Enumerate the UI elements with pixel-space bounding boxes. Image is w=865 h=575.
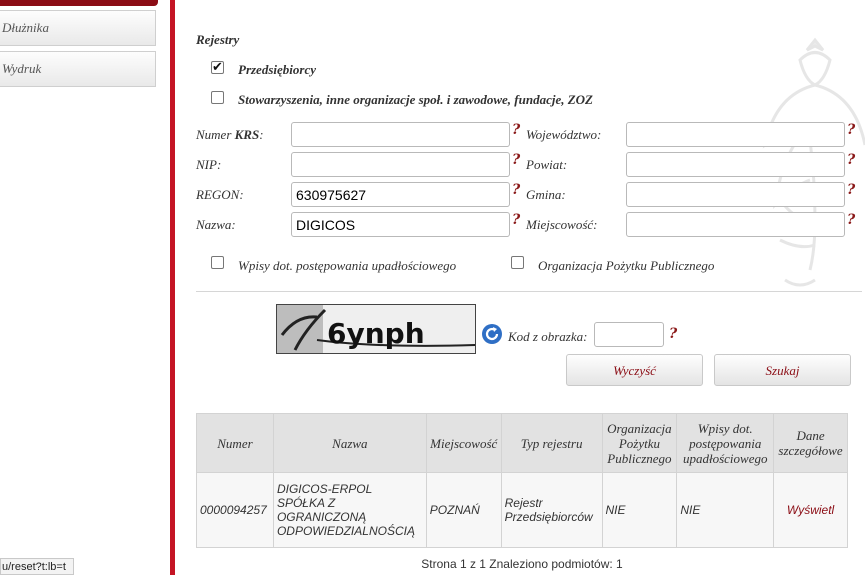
help-powiat[interactable]: ? — [847, 152, 855, 168]
label-regon: REGON: — [196, 187, 244, 202]
label-krs: Numer KRS: — [196, 127, 264, 142]
pagination-info: Strona 1 z 1 Znaleziono podmiotów: 1 — [421, 557, 623, 571]
refresh-icon[interactable] — [481, 323, 503, 345]
view-details-link[interactable]: Wyświetl — [773, 472, 848, 548]
cell-miejscowosc: POZNAŃ — [425, 472, 502, 548]
label-miejscowosc: Miejscowość: — [526, 217, 598, 232]
table-row: 0000094257 DIGICOS-ERPOL SPÓŁKA Z OGRANI… — [196, 472, 848, 548]
help-miejscowosc[interactable]: ? — [847, 212, 855, 228]
nazwa-input[interactable]: DIGICOS — [291, 212, 510, 237]
help-regon[interactable]: ? — [512, 182, 520, 198]
checkbox-przedsiebiorcy[interactable] — [211, 59, 224, 75]
label-przedsiebiorcy: Przedsiębiorcy — [238, 62, 316, 77]
cell-opp: NIE — [601, 472, 678, 548]
sidebar-item-wydruk[interactable]: Wydruk — [0, 51, 156, 87]
powiat-input[interactable] — [626, 152, 845, 177]
label-gmina: Gmina: — [526, 187, 566, 202]
label-wojewodztwo: Województwo: — [526, 127, 602, 142]
help-krs[interactable]: ? — [512, 122, 520, 138]
cell-upadlosc: NIE — [676, 472, 775, 548]
results-table: Numer Nazwa Miejscowość Typ rejestru Org… — [196, 413, 848, 548]
label-powiat: Powiat: — [526, 157, 568, 172]
checkbox-stowarzyszenia[interactable] — [211, 91, 224, 104]
krs-input[interactable] — [291, 122, 510, 147]
label-nazwa: Nazwa: — [196, 217, 236, 232]
help-nazwa[interactable]: ? — [512, 212, 520, 228]
divider — [196, 291, 862, 292]
col-upadlosc: Wpisy dot. postępowania upadłościowego — [676, 413, 775, 473]
help-captcha[interactable]: ? — [669, 326, 677, 342]
cell-nazwa: DIGICOS-ERPOL SPÓŁKA Z OGRANICZONĄ ODPOW… — [272, 472, 427, 548]
sidebar: Dłużnika Wydruk — [0, 0, 158, 575]
col-numer: Numer — [196, 413, 274, 473]
col-dane: Dane szczegółowe — [773, 413, 848, 473]
captcha-label: Kod z obrazka: — [508, 329, 588, 344]
checkbox-upadlosc[interactable] — [211, 256, 224, 269]
eagle-emblem-icon — [762, 37, 865, 287]
help-gmina[interactable]: ? — [847, 182, 855, 198]
table-header-row: Numer Nazwa Miejscowość Typ rejestru Org… — [196, 413, 848, 473]
col-miejscowosc: Miejscowość — [425, 413, 502, 473]
label-opp: Organizacja Pożytku Publicznego — [538, 258, 715, 273]
regon-input[interactable]: 630975627 — [291, 182, 510, 207]
col-typ: Typ rejestru — [500, 413, 603, 473]
cell-typ: Rejestr Przedsiębiorców — [500, 472, 603, 548]
clear-button[interactable]: Wyczyść — [566, 354, 703, 386]
miejscowosc-input[interactable] — [626, 212, 845, 237]
wojewodztwo-input[interactable] — [626, 122, 845, 147]
gmina-input[interactable] — [626, 182, 845, 207]
status-bar-url: u/reset?t:lb=t — [0, 558, 74, 575]
captcha-image: 6ynph — [276, 304, 476, 354]
label-nip: NIP: — [196, 157, 222, 172]
nip-input[interactable] — [291, 152, 510, 177]
sidebar-item-dluznika[interactable]: Dłużnika — [0, 10, 156, 46]
captcha-input[interactable] — [594, 322, 664, 347]
sidebar-top-bar — [0, 0, 158, 6]
col-opp: Organizacja Pożytku Publicznego — [601, 413, 678, 473]
section-title: Rejestry — [196, 32, 240, 47]
help-nip[interactable]: ? — [512, 152, 520, 168]
content-frame-top — [175, 0, 865, 16]
checkbox-opp[interactable] — [511, 256, 524, 269]
cell-numer: 0000094257 — [196, 472, 274, 548]
captcha-text: 6ynph — [327, 317, 425, 350]
help-wojewodztwo[interactable]: ? — [847, 122, 855, 138]
search-button[interactable]: Szukaj — [714, 354, 851, 386]
label-stowarzyszenia: Stowarzyszenia, inne organizacje społ. i… — [238, 92, 593, 107]
label-upadlosc: Wpisy dot. postępowania upadłościowego — [238, 258, 457, 273]
col-nazwa: Nazwa — [272, 413, 427, 473]
